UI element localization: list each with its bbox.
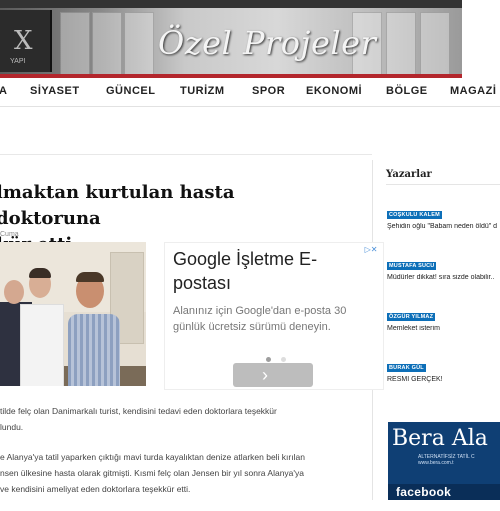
- photo-doctor-coat: [20, 304, 64, 386]
- article-photo[interactable]: [0, 242, 146, 386]
- logo-text: YAPI: [10, 58, 26, 65]
- nav-item-guncel[interactable]: GÜNCEL: [106, 85, 155, 97]
- photo-doctor-hair: [29, 268, 51, 278]
- banner-ceiling: [0, 0, 462, 8]
- article-paragraph: tilde felç olan Danimarkalı turist, kend…: [0, 403, 362, 435]
- chevron-right-icon: ›: [262, 365, 268, 385]
- article-text-line: nsen ülkesine hasta olarak gitmişti. Kıs…: [0, 468, 304, 478]
- ad-next-button[interactable]: ›: [233, 363, 313, 387]
- banner-panel: [92, 12, 122, 78]
- author-headline[interactable]: Müdürler dikkat! sıra sizde olabilir..: [387, 274, 500, 281]
- nav-item-bolge[interactable]: BÖLGE: [386, 85, 428, 97]
- site-logo[interactable]: X YAPI: [0, 10, 52, 72]
- author-badge[interactable]: ÖZGÜR YILMAZ: [387, 313, 436, 321]
- banner-panel: [60, 12, 90, 78]
- article-paragraph: e Alanya'ya tatil yaparken çıktığı mavi …: [0, 449, 362, 497]
- banner-panel: [386, 12, 416, 78]
- nav-item-siyaset[interactable]: SİYASET: [30, 85, 80, 97]
- facebook-bar[interactable]: facebook: [388, 484, 500, 500]
- bera-tagline: ALTERNATİFSİZ TATİL C www.bera.com.t: [418, 454, 475, 466]
- main-nav: A SİYASET GÜNCEL TURİZM SPOR EKONOMİ BÖL…: [0, 78, 500, 107]
- photo-person-head: [4, 280, 24, 304]
- article-text-line: e Alanya'ya tatil yaparken çıktığı mavi …: [0, 452, 305, 462]
- author-item[interactable]: COŞKULU KALEM Şehidin oğlu "Babam neden …: [387, 203, 500, 230]
- article-text-line: lundu.: [0, 422, 24, 432]
- article-date: Cuma: [0, 231, 19, 238]
- photo-patient-hair: [76, 272, 104, 282]
- nav-item-spor[interactable]: SPOR: [252, 85, 285, 97]
- author-item[interactable]: MUSTAFA SUCU Müdürler dikkat! sıra sizde…: [387, 254, 500, 281]
- bera-site: www.bera.com.t: [418, 460, 454, 466]
- nav-item-partial[interactable]: A: [0, 85, 7, 97]
- banner-title: Özel Projeler: [158, 24, 377, 62]
- author-badge[interactable]: BURAK GÜL: [387, 364, 426, 372]
- author-headline[interactable]: Şehidin oğlu "Babam neden öldü" d: [387, 223, 500, 230]
- sidebar-title: Yazarlar: [386, 169, 432, 180]
- bera-brand: Bera Ala: [392, 426, 488, 451]
- article-title-line: lmaktan kurtulan hasta doktoruna: [0, 182, 235, 229]
- photo-patient-shirt: [68, 314, 120, 386]
- author-badge[interactable]: COŞKULU KALEM: [387, 211, 442, 219]
- content-divider: [0, 154, 372, 155]
- facebook-label: facebook: [396, 485, 452, 499]
- article-text-line: tilde felç olan Danimarkalı turist, kend…: [0, 406, 277, 416]
- banner-panel: [124, 12, 154, 78]
- sidebar-divider: [386, 184, 500, 185]
- author-badge[interactable]: MUSTAFA SUCU: [387, 262, 437, 270]
- nav-item-magazin[interactable]: MAGAZİ: [450, 85, 496, 97]
- nav-item-turizm[interactable]: TURİZM: [180, 85, 225, 97]
- ad-body: Alanınız için Google'dan e-posta 30 günl…: [173, 305, 347, 333]
- header-banner: X YAPI Özel Projeler: [0, 0, 462, 78]
- article-body: tilde felç olan Danimarkalı turist, kend…: [0, 403, 362, 511]
- adchoices-icon[interactable]: ▷✕: [363, 245, 379, 255]
- pagination-dot[interactable]: [281, 357, 287, 362]
- author-headline[interactable]: Memleket isterim: [387, 325, 500, 332]
- author-item[interactable]: ÖZGÜR YILMAZ Memleket isterim: [387, 305, 500, 332]
- author-headline[interactable]: RESMİ GERÇEK!: [387, 376, 500, 383]
- author-item[interactable]: BURAK GÜL RESMİ GERÇEK!: [387, 356, 500, 383]
- bera-hotel-ad[interactable]: Bera Ala ALTERNATİFSİZ TATİL C www.bera.…: [388, 422, 500, 500]
- logo-mark: X: [14, 26, 33, 56]
- article-text-line: ve kendisini ameliyat eden doktorlara te…: [0, 484, 191, 494]
- banner-panel: [420, 12, 450, 78]
- pagination-dot-active[interactable]: [266, 357, 271, 362]
- google-ad[interactable]: ▷✕ Google İşletme E-postası Alanınız içi…: [164, 242, 384, 390]
- nav-item-ekonomi[interactable]: EKONOMİ: [306, 85, 362, 97]
- ad-title[interactable]: Google İşletme E-postası: [173, 247, 359, 295]
